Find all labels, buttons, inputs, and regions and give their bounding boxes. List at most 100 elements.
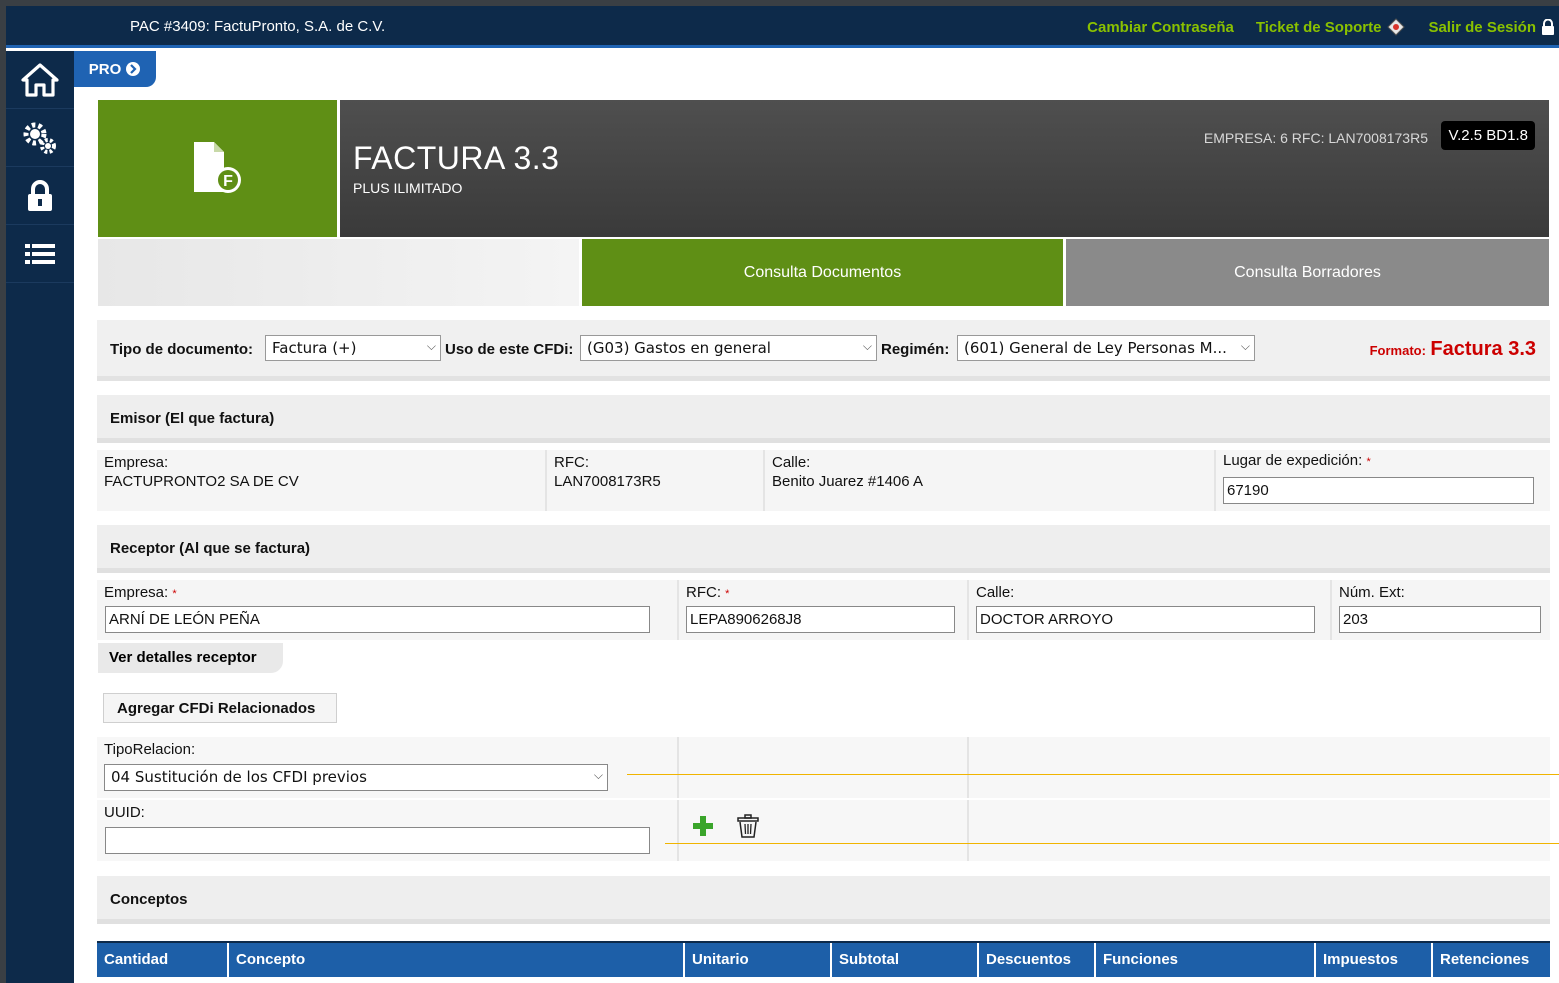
svg-text:F: F [223,173,233,190]
ver-detalles-receptor-button[interactable]: Ver detalles receptor [98,643,283,673]
uuid-actions-cell [679,800,969,861]
receptor-empresa-input[interactable]: ARNÍ DE LEÓN PEÑA [105,606,650,633]
column-header-cantidad[interactable]: Cantidad [97,943,229,977]
receptor-empresa-label: Empresa: * [104,584,670,601]
tipo-documento-select[interactable]: Factura (+) ⌵ [265,335,441,361]
chevron-down-icon: ⌵ [426,339,436,353]
uso-cfdi-value: (G03) Gastos en general [587,339,771,357]
delete-uuid-button[interactable] [737,814,759,843]
home-icon [21,62,59,97]
emisor-empresa-value: FACTUPRONTO2 SA DE CV [104,473,299,490]
support-ticket-label: Ticket de Soporte [1255,18,1382,36]
emisor-rfc-value: LAN7008173R5 [554,473,661,490]
version-badge: V.2.5 BD1.8 [1441,121,1535,150]
column-header-concepto[interactable]: Concepto [229,943,685,977]
conceptos-table-header: Cantidad Concepto Unitario Subtotal Desc… [97,941,1550,977]
uuid-input[interactable] [105,827,650,854]
tab-consulta-documentos[interactable]: Consulta Documentos [582,239,1063,306]
company-rfc-info: EMPRESA: 6 RFC: LAN7008173R5 [1203,130,1428,146]
agregar-cfdi-relacionados-button[interactable]: Agregar CFDi Relacionados [103,693,337,723]
add-uuid-button[interactable] [692,815,714,842]
guide-line [665,843,1559,844]
invoice-logo-panel: F [98,100,337,237]
uso-cfdi-label: Uso de este CFDi: [445,341,574,358]
sidebar-item-security[interactable] [6,167,74,225]
company-name: PAC #3409: FactuPronto, S.A. de C.V. [130,18,386,35]
emisor-empresa-label: Empresa: [104,454,169,471]
uuid-empty-cell [969,800,1550,861]
regimen-value: (601) General de Ley Personas M... [964,339,1227,357]
column-header-retenciones[interactable]: Retenciones [1433,943,1550,977]
column-header-funciones[interactable]: Funciones [1096,943,1316,977]
lock-icon [28,179,52,211]
receptor-num-ext-input[interactable]: 203 [1339,606,1541,633]
formato-value: Factura 3.3 [1430,338,1536,360]
receptor-empresa-label-text: Empresa: [104,584,169,601]
chevron-down-icon: ⌵ [862,339,872,353]
logout-label: Salir de Sesión [1428,18,1536,36]
regimen-label: Regimén: [881,341,950,358]
list-icon [25,243,55,264]
sidebar-item-home[interactable] [6,51,74,109]
chevron-down-icon: ⌵ [593,768,603,782]
pro-tab[interactable]: PRO [74,51,156,87]
guide-line [627,774,1559,775]
emisor-empresa-cell: Empresa: FACTUPRONTO2 SA DE CV [97,450,547,511]
conceptos-section-header: Conceptos [97,876,1550,924]
settings-icon [23,122,56,154]
receptor-rfc-input[interactable]: LEPA8906268J8 [686,606,955,633]
required-mark: * [1366,456,1371,468]
top-bar: PAC #3409: FactuPronto, S.A. de C.V. Cam… [6,6,1559,48]
relacion-empty-cell [679,737,969,798]
page-title: FACTURA 3.3 [353,140,560,176]
uuid-label: UUID: [104,804,145,821]
receptor-num-ext-label: Núm. Ext: [1339,584,1405,601]
tipo-relacion-value: 04 Sustitución de los CFDI previos [111,768,367,786]
tipo-documento-label: Tipo de documento: [110,341,254,358]
receptor-rfc-label-text: RFC: [686,584,721,601]
support-ticket-icon [1387,18,1406,36]
sidebar-item-list[interactable] [6,225,74,283]
regimen-select[interactable]: (601) General de Ley Personas M... ⌵ [957,335,1255,361]
required-mark: * [172,588,177,600]
column-header-impuestos[interactable]: Impuestos [1316,943,1433,977]
page-subtitle: PLUS ILIMITADO [353,180,463,196]
sidebar-item-settings[interactable] [6,109,74,167]
document-options-row: Tipo de documento: Factura (+) ⌵ Uso de e… [97,320,1550,381]
emisor-calle-cell: Calle: Benito Juarez #1406 A [765,450,1216,511]
sidebar [6,51,74,983]
emisor-calle-value: Benito Juarez #1406 A [772,473,923,490]
trash-icon [737,814,759,838]
logout-link[interactable]: Salir de Sesión [1428,17,1555,37]
tipo-relacion-select[interactable]: 04 Sustitución de los CFDI previos ⌵ [104,764,608,791]
lugar-expedicion-label: Lugar de expedición: * [1223,452,1543,469]
change-password-label: Cambiar Contraseña [1087,18,1234,36]
support-ticket-link[interactable]: Ticket de Soporte [1256,17,1407,37]
emisor-rfc-cell: RFC: LAN7008173R5 [547,450,765,511]
column-header-subtotal[interactable]: Subtotal [832,943,979,977]
formato-indicator: Formato: Factura 3.3 [1370,338,1536,361]
change-password-link[interactable]: Cambiar Contraseña [1087,17,1234,37]
lugar-expedicion-input[interactable]: 67190 [1223,477,1534,504]
relacion-empty-cell-2 [969,737,1550,798]
required-mark: * [725,588,730,600]
uso-cfdi-select[interactable]: (G03) Gastos en general ⌵ [580,335,877,361]
emisor-calle-label: Calle: [772,454,811,471]
top-links: Cambiar Contraseña Ticket de Soporte Sal… [1087,17,1555,37]
arrow-circle-right-icon [126,62,141,76]
plus-icon [693,816,713,836]
header-banner: FACTURA 3.3 PLUS ILIMITADO EMPRESA: 6 RF… [340,100,1549,237]
emisor-section-header: Emisor (El que factura) [97,395,1550,443]
emisor-rfc-label: RFC: [554,454,589,471]
column-header-descuentos[interactable]: Descuentos [979,943,1096,977]
column-header-unitario[interactable]: Unitario [685,943,832,977]
receptor-section-header: Receptor (Al que se factura) [97,525,1550,573]
invoice-document-icon: F [193,141,241,193]
tipo-relacion-label: TipoRelacion: [104,741,196,758]
tipo-documento-value: Factura (+) [272,339,357,357]
pro-label: PRO [88,60,122,78]
tab-consulta-borradores[interactable]: Consulta Borradores [1066,239,1549,306]
receptor-calle-input[interactable]: DOCTOR ARROYO [976,606,1315,633]
receptor-rfc-label: RFC: * [686,584,960,601]
tab-spacer [98,239,579,306]
